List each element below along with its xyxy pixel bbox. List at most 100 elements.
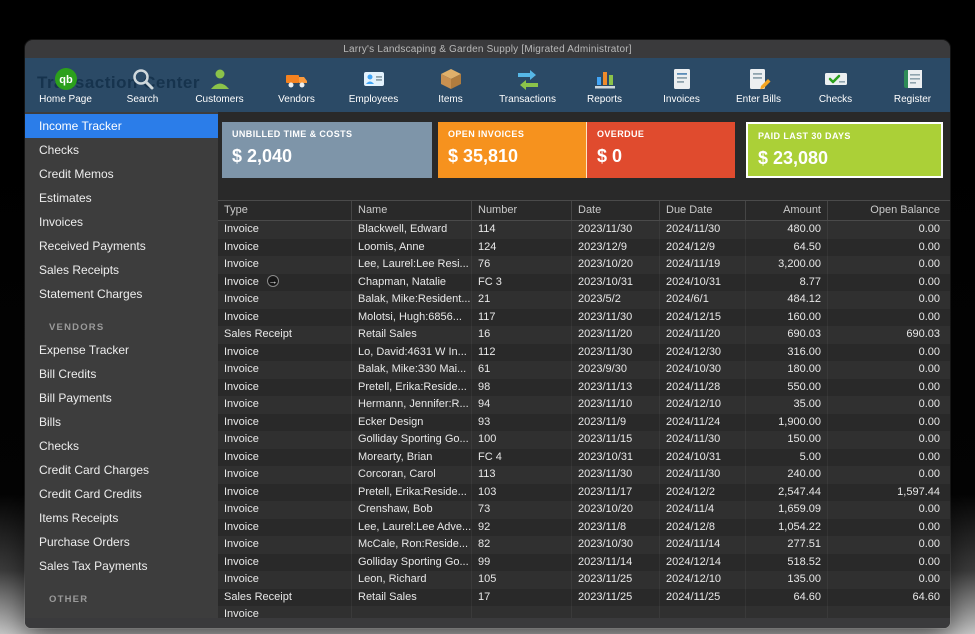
cell-due_date: 2024/11/19 [659, 256, 745, 274]
column-header-due_date[interactable]: Due Date [659, 201, 745, 220]
cell-number: 103 [471, 484, 571, 502]
toolbar-item-label: Search [127, 94, 159, 105]
table-row[interactable]: InvoiceGolliday Sporting Go...992023/11/… [218, 554, 950, 572]
sidebar-item-checks[interactable]: Checks [25, 138, 218, 162]
cell-name: Pretell, Erika:Reside... [351, 484, 471, 502]
checks-icon [823, 66, 849, 92]
table-row[interactable]: InvoiceEcker Design932023/11/92024/11/24… [218, 414, 950, 432]
table-row[interactable]: InvoiceCorcoran, Carol1132023/11/302024/… [218, 466, 950, 484]
table-row[interactable]: InvoiceLeon, Richard1052023/11/252024/12… [218, 571, 950, 589]
table-row[interactable]: Sales ReceiptRetail Sales162023/11/20202… [218, 326, 950, 344]
sidebar-item-bill-credits[interactable]: Bill Credits [25, 362, 218, 386]
row-detail-arrow-icon[interactable]: → [267, 275, 279, 287]
column-header-type[interactable]: Type [218, 201, 351, 220]
cell-amount: 316.00 [745, 344, 827, 362]
toolbar-item-home-page[interactable]: qbHome Page [27, 66, 104, 105]
toolbar-item-register[interactable]: Register [874, 66, 950, 105]
cell-open_balance: 0.00 [827, 449, 950, 467]
cell-date: 2023/11/25 [571, 571, 659, 589]
sidebar-item-estimates[interactable]: Estimates [25, 186, 218, 210]
table-row[interactable]: InvoicePretell, Erika:Reside...982023/11… [218, 379, 950, 397]
toolbar-item-search[interactable]: Search [104, 66, 181, 105]
cell-amount: 135.00 [745, 571, 827, 589]
column-header-name[interactable]: Name [351, 201, 471, 220]
sidebar-item-purchase-orders[interactable]: Purchase Orders [25, 530, 218, 554]
sidebar-item-bill-payments[interactable]: Bill Payments [25, 386, 218, 410]
toolbar-item-items[interactable]: Items [412, 66, 489, 105]
summary-card-overdue[interactable]: OVERDUE$ 0 [587, 122, 735, 178]
table-row[interactable]: InvoiceMolotsi, Hugh:6856...1172023/11/3… [218, 309, 950, 327]
table-row[interactable]: Invoice→Chapman, NatalieFC 32023/10/3120… [218, 274, 950, 292]
sidebar-item-invoices[interactable]: Invoices [25, 210, 218, 234]
table-row[interactable]: Invoice [218, 606, 950, 618]
table-row[interactable]: InvoicePretell, Erika:Reside...1032023/1… [218, 484, 950, 502]
table-row[interactable]: InvoiceBalak, Mike:330 Mai...612023/9/30… [218, 361, 950, 379]
cell-type: Invoice [218, 484, 351, 502]
main-toolbar: Transaction Center qbHome PageSearchCust… [25, 58, 950, 112]
cell-amount: 64.50 [745, 239, 827, 257]
sidebar-item-sales-tax-payments[interactable]: Sales Tax Payments [25, 554, 218, 578]
column-header-number[interactable]: Number [471, 201, 571, 220]
table-row[interactable]: InvoiceMorearty, BrianFC 42023/10/312024… [218, 449, 950, 467]
table-row[interactable]: InvoiceLee, Laurel:Lee Resi...762023/10/… [218, 256, 950, 274]
sidebar-item-expense-tracker[interactable]: Expense Tracker [25, 338, 218, 362]
cell-name: Lee, Laurel:Lee Adve... [351, 519, 471, 537]
sidebar-item-bills[interactable]: Bills [25, 410, 218, 434]
table-row[interactable]: InvoiceHermann, Jennifer:R...942023/11/1… [218, 396, 950, 414]
table-row[interactable]: InvoiceCrenshaw, Bob732023/10/202024/11/… [218, 501, 950, 519]
sidebar-item-income-tracker[interactable]: Income Tracker [25, 114, 218, 138]
cell-date: 2023/12/9 [571, 239, 659, 257]
cell-name: Chapman, Natalie [351, 274, 471, 292]
column-header-date[interactable]: Date [571, 201, 659, 220]
summary-card-unbilled-time-costs[interactable]: UNBILLED TIME & COSTS$ 2,040 [222, 122, 432, 178]
toolbar-item-reports[interactable]: Reports [566, 66, 643, 105]
toolbar-item-enter-bills[interactable]: Enter Bills [720, 66, 797, 105]
table-row[interactable]: InvoiceLoomis, Anne1242023/12/92024/12/9… [218, 239, 950, 257]
cell-due_date: 2024/12/30 [659, 344, 745, 362]
sidebar-item-checks[interactable]: Checks [25, 434, 218, 458]
cell-number: 82 [471, 536, 571, 554]
cell-open_balance: 0.00 [827, 291, 950, 309]
table-row[interactable]: InvoiceGolliday Sporting Go...1002023/11… [218, 431, 950, 449]
cell-amount: 3,200.00 [745, 256, 827, 274]
cell-due_date: 2024/12/10 [659, 571, 745, 589]
summary-card-open-invoices[interactable]: OPEN INVOICES$ 35,810 [438, 122, 587, 178]
column-header-amount[interactable]: Amount [745, 201, 827, 220]
cell-amount: 518.52 [745, 554, 827, 572]
sidebar-item-statement-charges[interactable]: Statement Charges [25, 282, 218, 306]
employees-icon [361, 66, 387, 92]
table-row[interactable]: InvoiceBlackwell, Edward1142023/11/30202… [218, 221, 950, 239]
table-row[interactable]: InvoiceLo, David:4631 W In...1122023/11/… [218, 344, 950, 362]
toolbar-item-transactions[interactable]: Transactions [489, 66, 566, 105]
summary-card-paid-last-30-days[interactable]: PAID LAST 30 DAYS$ 23,080 [746, 122, 943, 178]
table-row[interactable]: InvoiceBalak, Mike:Resident...212023/5/2… [218, 291, 950, 309]
cell-due_date: 2024/12/14 [659, 554, 745, 572]
invoices-icon [669, 66, 695, 92]
toolbar-item-vendors[interactable]: Vendors [258, 66, 335, 105]
sidebar-item-credit-memos[interactable]: Credit Memos [25, 162, 218, 186]
cell-type: Invoice [218, 536, 351, 554]
table-row[interactable]: InvoiceMcCale, Ron:Reside...822023/10/30… [218, 536, 950, 554]
toolbar-item-employees[interactable]: Employees [335, 66, 412, 105]
cell-open_balance: 0.00 [827, 396, 950, 414]
cell-due_date: 2024/10/30 [659, 361, 745, 379]
cell-date: 2023/11/30 [571, 466, 659, 484]
cell-open_balance: 0.00 [827, 274, 950, 292]
cell-type: Invoice [218, 571, 351, 589]
cell-amount: 2,547.44 [745, 484, 827, 502]
cell-type: Invoice [218, 344, 351, 362]
cell-number: 93 [471, 414, 571, 432]
transactions-icon [515, 66, 541, 92]
sidebar-item-credit-card-credits[interactable]: Credit Card Credits [25, 482, 218, 506]
toolbar-item-customers[interactable]: Customers [181, 66, 258, 105]
sidebar-item-items-receipts[interactable]: Items Receipts [25, 506, 218, 530]
column-header-open_balance[interactable]: Open Balance [827, 201, 950, 220]
sidebar-item-sales-receipts[interactable]: Sales Receipts [25, 258, 218, 282]
table-row[interactable]: InvoiceLee, Laurel:Lee Adve...922023/11/… [218, 519, 950, 537]
sidebar-item-received-payments[interactable]: Received Payments [25, 234, 218, 258]
toolbar-item-invoices[interactable]: Invoices [643, 66, 720, 105]
toolbar-item-checks[interactable]: Checks [797, 66, 874, 105]
table-row[interactable]: Sales ReceiptRetail Sales172023/11/25202… [218, 589, 950, 607]
toolbar-item-label: Reports [587, 94, 622, 105]
sidebar-item-credit-card-charges[interactable]: Credit Card Charges [25, 458, 218, 482]
